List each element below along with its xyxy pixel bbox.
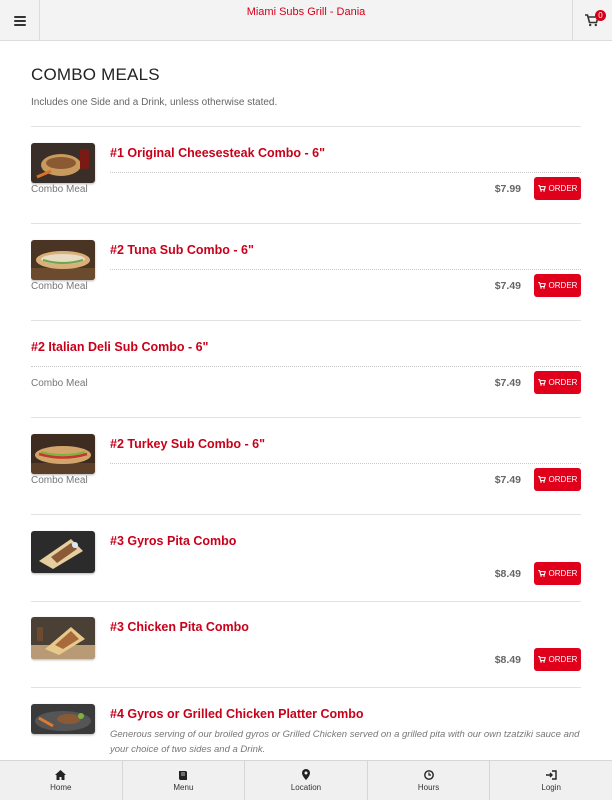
order-button[interactable]: ORDER <box>534 274 581 297</box>
item-name[interactable]: #1 Original Cheesesteak Combo - 6" <box>110 146 325 160</box>
order-label: ORDER <box>548 378 578 387</box>
dotted-divider <box>110 269 581 270</box>
cart-button[interactable]: 0 <box>572 0 612 41</box>
item-description: Generous serving of our broiled gyros or… <box>110 729 580 755</box>
login-icon <box>545 769 557 780</box>
bottom-nav: Home Menu Location Hours Login <box>0 760 612 800</box>
item-name[interactable]: #3 Gyros Pita Combo <box>110 534 236 548</box>
item-category: Combo Meal <box>31 281 88 292</box>
item-name[interactable]: #2 Turkey Sub Combo - 6" <box>110 437 265 451</box>
dotted-divider <box>110 463 581 464</box>
cart-icon <box>537 379 546 386</box>
order-button[interactable]: ORDER <box>534 468 581 491</box>
nav-tab-menu[interactable]: Menu <box>123 761 246 800</box>
divider <box>31 223 581 224</box>
cart-icon <box>537 476 546 483</box>
cart-icon <box>537 185 546 192</box>
order-label: ORDER <box>548 655 578 664</box>
item-price: $7.49 <box>494 377 521 389</box>
menu-content: COMBO MEALS Includes one Side and a Drin… <box>31 41 581 760</box>
divider <box>31 320 581 321</box>
item-thumbnail[interactable] <box>31 240 95 280</box>
dotted-divider <box>31 366 581 367</box>
nav-label: Hours <box>417 782 440 792</box>
menu-item: #1 Original Cheesesteak Combo - 6" Combo… <box>31 143 581 223</box>
menu-item: #3 Gyros Pita Combo $8.49 ORDER <box>31 531 581 601</box>
order-button[interactable]: ORDER <box>534 562 581 585</box>
item-thumbnail[interactable] <box>31 704 95 734</box>
item-price: $7.49 <box>494 474 521 486</box>
nav-label: Location <box>290 783 322 792</box>
item-thumbnail[interactable] <box>31 434 95 474</box>
map-marker-icon <box>301 769 310 780</box>
order-button[interactable]: ORDER <box>534 648 581 671</box>
divider <box>31 417 581 418</box>
cart-count-badge: 0 <box>595 10 606 21</box>
item-name[interactable]: #2 Tuna Sub Combo - 6" <box>110 243 254 257</box>
menu-item: #4 Gyros or Grilled Chicken Platter Comb… <box>31 704 581 760</box>
home-icon <box>55 769 67 780</box>
nav-label: Login <box>541 782 561 792</box>
divider <box>31 601 581 602</box>
section-title: COMBO MEALS <box>31 65 160 84</box>
order-label: ORDER <box>548 184 578 193</box>
item-price: $7.99 <box>494 183 521 195</box>
order-button[interactable]: ORDER <box>534 371 581 394</box>
app-title: Miami Subs Grill - Dania <box>246 6 366 18</box>
item-category: Combo Meal <box>31 378 88 389</box>
section-subtitle: Includes one Side and a Drink, unless ot… <box>31 97 278 108</box>
nav-tab-login[interactable]: Login <box>490 761 612 800</box>
nav-label: Menu <box>173 782 194 792</box>
menu-item: #2 Turkey Sub Combo - 6" Combo Meal $7.4… <box>31 434 581 514</box>
cart-icon <box>537 282 546 289</box>
item-thumbnail[interactable] <box>31 617 95 659</box>
menu-item: #2 Tuna Sub Combo - 6" Combo Meal $7.49 … <box>31 240 581 320</box>
order-label: ORDER <box>548 281 578 290</box>
item-name[interactable]: #3 Chicken Pita Combo <box>110 620 249 634</box>
divider <box>31 514 581 515</box>
menu-item: #3 Chicken Pita Combo $8.49 ORDER <box>31 617 581 687</box>
order-label: ORDER <box>548 475 578 484</box>
item-category: Combo Meal <box>31 475 88 486</box>
item-price: $7.49 <box>494 280 521 292</box>
nav-tab-home[interactable]: Home <box>0 761 123 800</box>
item-name[interactable]: #4 Gyros or Grilled Chicken Platter Comb… <box>110 707 364 721</box>
top-bar: Miami Subs Grill - Dania 0 <box>0 0 612 41</box>
dotted-divider <box>110 172 581 173</box>
item-category: Combo Meal <box>31 184 88 195</box>
order-button[interactable]: ORDER <box>534 177 581 200</box>
divider <box>31 687 581 688</box>
nav-label: Home <box>50 782 72 792</box>
item-name[interactable]: #2 Italian Deli Sub Combo - 6" <box>31 340 208 354</box>
item-price: $8.49 <box>494 654 521 666</box>
item-thumbnail[interactable] <box>31 143 95 183</box>
nav-tab-location[interactable]: Location <box>245 761 368 800</box>
cart-icon <box>537 656 546 663</box>
nav-tab-hours[interactable]: Hours <box>368 761 491 800</box>
clock-icon <box>423 769 434 780</box>
divider <box>31 126 581 127</box>
book-icon <box>179 770 188 780</box>
item-price: $8.49 <box>494 568 521 580</box>
item-thumbnail[interactable] <box>31 531 95 573</box>
cart-icon <box>537 570 546 577</box>
menu-item: #2 Italian Deli Sub Combo - 6" Combo Mea… <box>31 337 581 417</box>
order-label: ORDER <box>548 569 578 578</box>
